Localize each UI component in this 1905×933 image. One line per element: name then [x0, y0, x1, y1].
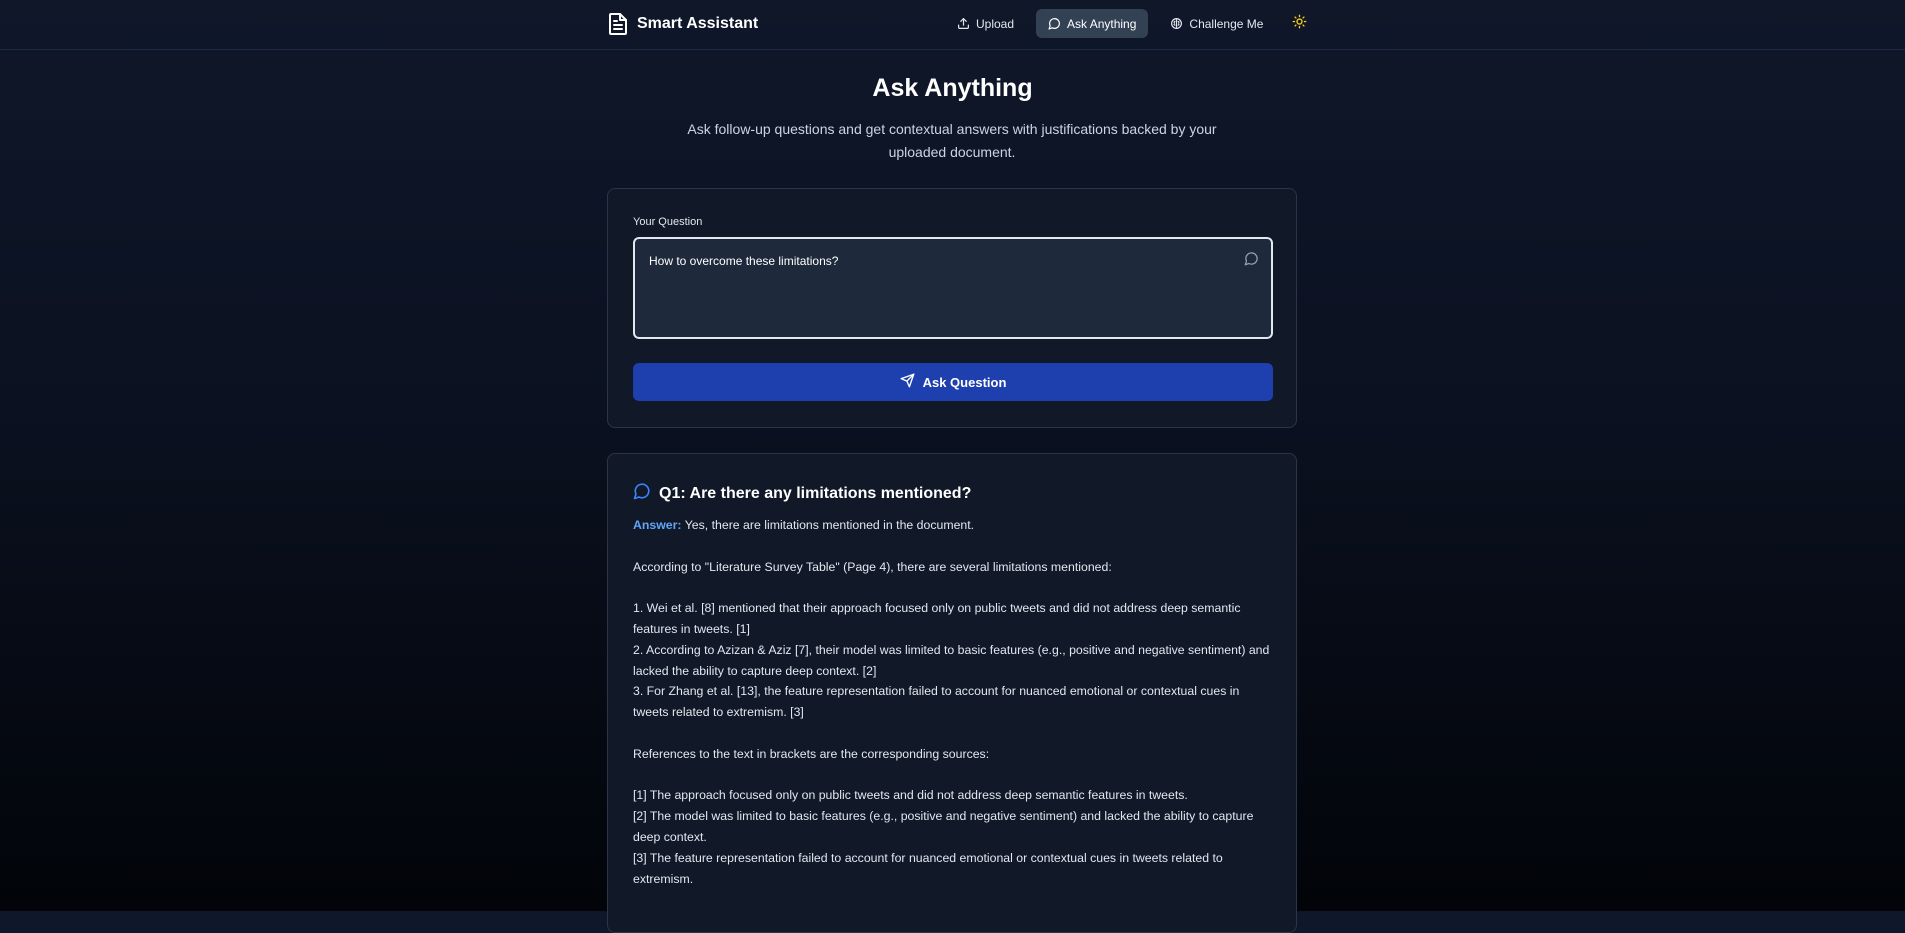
answer-card: Q1: Are there any limitations mentioned?… [607, 453, 1297, 933]
qa-header: Q1: Are there any limitations mentioned? [633, 482, 1271, 505]
upload-icon [957, 17, 970, 30]
nav-challenge-me-label: Challenge Me [1189, 16, 1264, 31]
chat-bubble-icon [633, 482, 651, 505]
nav-upload-label: Upload [976, 16, 1015, 31]
answer-point: 2. According to Azizan & Aziz [7], their… [633, 642, 1270, 678]
answer-context: According to "Literature Survey Table" (… [633, 559, 1112, 574]
reference-item: [3] The feature representation failed to… [633, 850, 1223, 886]
sun-icon [1292, 14, 1307, 34]
nav-challenge-me[interactable]: Challenge Me [1158, 9, 1275, 38]
brain-icon [1170, 17, 1183, 30]
send-icon [900, 373, 915, 391]
page-title: Ask Anything [872, 74, 1033, 102]
document-icon [607, 12, 629, 36]
reference-item: [1] The approach focused only on public … [633, 788, 1188, 803]
app-title: Smart Assistant [637, 15, 759, 32]
nav-upload[interactable]: Upload [945, 9, 1026, 38]
question-field [633, 237, 1273, 339]
ask-question-label: Ask Question [922, 374, 1007, 390]
answer-body: Answer: Yes, there are limitations menti… [633, 515, 1271, 889]
question-card: Your Question Ask Question [607, 188, 1297, 428]
answer-point: 3. For Zhang et al. [13], the feature re… [633, 684, 1240, 720]
nav-ask-anything[interactable]: Ask Anything [1036, 9, 1149, 38]
brand[interactable]: Smart Assistant [607, 11, 758, 37]
page-subtitle: Ask follow-up questions and get contextu… [687, 121, 1217, 160]
nav-ask-anything-label: Ask Anything [1067, 16, 1137, 31]
chat-bubble-icon [1048, 17, 1061, 30]
chat-bubble-icon [1244, 251, 1259, 271]
question-input[interactable] [635, 239, 1271, 337]
answer-label: Answer: [633, 518, 682, 532]
references-intro: References to the text in brackets are t… [633, 746, 990, 761]
reference-item: [2] The model was limited to basic featu… [633, 809, 1254, 844]
main-nav: Upload Ask Anything Challenge Me [945, 9, 1313, 38]
theme-toggle-button[interactable] [1285, 9, 1313, 38]
answer-intro-line: Answer: Yes, there are limitations menti… [633, 515, 1271, 536]
answer-intro: Yes, there are limitations mentioned in … [684, 518, 975, 532]
qa-question: Q1: Are there any limitations mentioned? [659, 484, 972, 502]
question-label: Your Question [633, 216, 703, 228]
top-navbar: Smart Assistant Upload Ask Anything Chal… [0, 0, 1905, 50]
answer-point: 1. Wei et al. [8] mentioned that their a… [633, 601, 1241, 636]
ask-question-button[interactable]: Ask Question [633, 363, 1273, 401]
